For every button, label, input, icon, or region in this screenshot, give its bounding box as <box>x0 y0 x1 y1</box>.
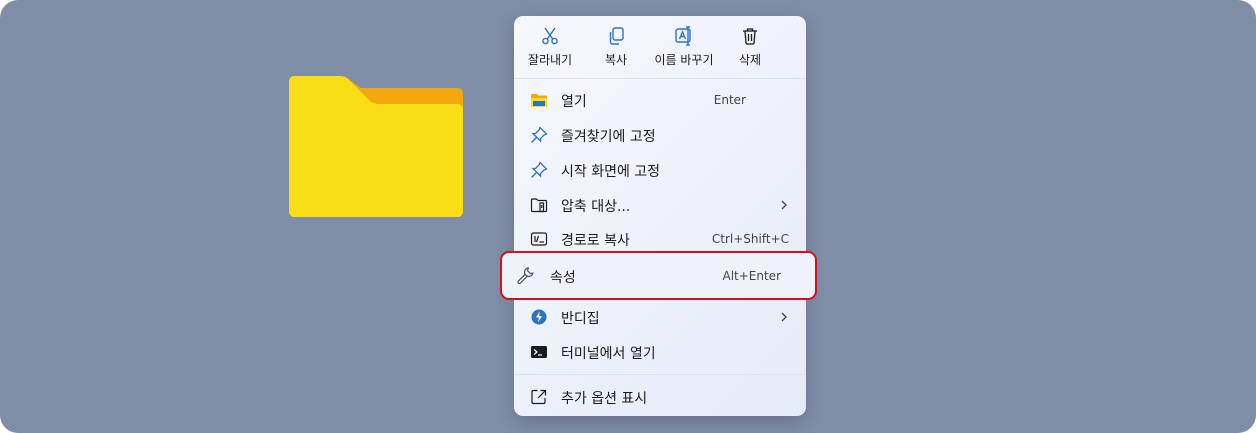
cut-button[interactable]: 잘라내기 <box>522 26 578 76</box>
chevron-right-icon <box>781 200 787 210</box>
menu-item-open-terminal[interactable]: 터미널에서 열기 <box>514 335 806 369</box>
menu-item-pin-start[interactable]: 시작 화면에 고정 <box>514 153 806 187</box>
copy-icon <box>609 27 624 45</box>
delete-label: 삭제 <box>738 53 762 67</box>
rename-button[interactable]: 이름 바꾸기 <box>648 26 720 76</box>
menu-item-compress[interactable]: 압축 대상... <box>514 188 806 222</box>
menu-item-open[interactable]: 열기 Enter <box>514 83 806 117</box>
menu-item-label: 경로로 복사 <box>561 233 630 249</box>
rename-label: 이름 바꾸기 <box>654 53 714 67</box>
context-toolbar: 잘라내기 복사 이름 바꾸기 삭제 <box>514 16 806 78</box>
archive-icon <box>530 198 548 213</box>
shortcut-label: Enter <box>713 93 746 107</box>
menu-divider <box>514 78 806 79</box>
shortcut-label: Alt+Enter <box>722 269 781 283</box>
copy-button[interactable]: 복사 <box>598 26 634 76</box>
pin-icon <box>531 161 548 178</box>
menu-divider <box>514 374 806 375</box>
menu-item-label: 반디집 <box>561 311 600 327</box>
menu-item-label: 즐겨찾기에 고정 <box>561 129 656 145</box>
delete-button[interactable]: 삭제 <box>732 26 768 76</box>
rename-icon <box>675 26 691 46</box>
bandizip-icon <box>531 309 547 325</box>
desktop: 잘라내기 복사 이름 바꾸기 삭제 열기 Enter 즐겨찾기에 고정 시작 화… <box>0 0 1256 433</box>
menu-item-properties[interactable]: 속성 Alt+Enter <box>500 251 817 300</box>
copy-label: 복사 <box>604 53 628 67</box>
menu-item-label: 터미널에서 열기 <box>561 346 656 362</box>
menu-item-label: 시작 화면에 고정 <box>561 164 661 180</box>
path-icon <box>530 232 548 246</box>
shortcut-label: Ctrl+Shift+C <box>711 232 789 246</box>
cut-label: 잘라내기 <box>527 53 573 67</box>
folder-icon[interactable] <box>289 76 463 217</box>
wrench-icon <box>517 267 534 285</box>
terminal-icon <box>531 346 547 358</box>
menu-item-label: 열기 <box>561 94 587 110</box>
menu-item-label: 압축 대상... <box>561 199 631 215</box>
menu-item-more-options[interactable]: 추가 옵션 표시 <box>514 380 806 414</box>
scissors-icon <box>542 27 558 45</box>
context-menu: 잘라내기 복사 이름 바꾸기 삭제 열기 Enter 즐겨찾기에 고정 시작 화… <box>514 16 806 416</box>
menu-item-label: 속성 <box>550 270 576 286</box>
chevron-right-icon <box>781 312 787 322</box>
menu-item-bandizip[interactable]: 반디집 <box>514 300 806 334</box>
trash-icon <box>743 28 757 45</box>
external-open-icon <box>531 389 547 405</box>
pin-icon <box>531 126 548 143</box>
menu-item-label: 추가 옵션 표시 <box>561 391 648 407</box>
menu-item-pin-quick-access[interactable]: 즐겨찾기에 고정 <box>514 118 806 152</box>
folder-open-icon <box>531 94 547 107</box>
